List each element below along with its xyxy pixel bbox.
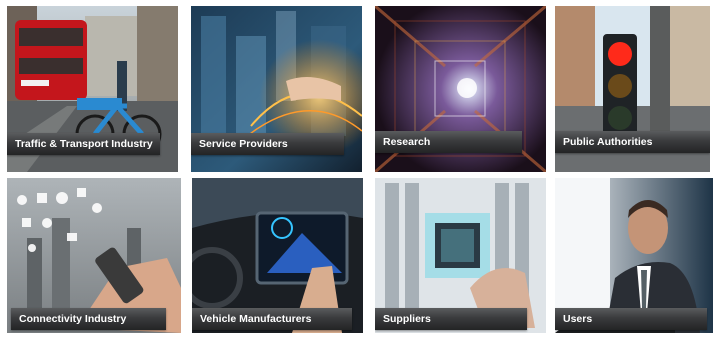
tile-connectivity-industry[interactable]: Connectivity Industry — [7, 178, 181, 333]
tile-label: Public Authorities — [555, 131, 710, 153]
tile-public-authorities[interactable]: Public Authorities — [555, 6, 710, 172]
tile-label: Research — [375, 131, 522, 153]
tile-suppliers[interactable]: Suppliers — [375, 178, 546, 333]
tile-traffic-transport-industry[interactable]: Traffic & Transport Industry — [7, 6, 178, 172]
tile-label: Traffic & Transport Industry — [7, 133, 160, 155]
tile-label: Users — [555, 308, 707, 330]
tile-label: Suppliers — [375, 308, 527, 330]
tile-research[interactable]: Research — [375, 6, 546, 172]
tile-label: Vehicle Manufacturers — [192, 308, 352, 330]
tile-label: Service Providers — [191, 133, 344, 155]
tile-service-providers[interactable]: Service Providers — [191, 6, 362, 172]
tile-label: Connectivity Industry — [11, 308, 166, 330]
tile-users[interactable]: Users — [555, 178, 713, 333]
tile-vehicle-manufacturers[interactable]: Vehicle Manufacturers — [192, 178, 363, 333]
